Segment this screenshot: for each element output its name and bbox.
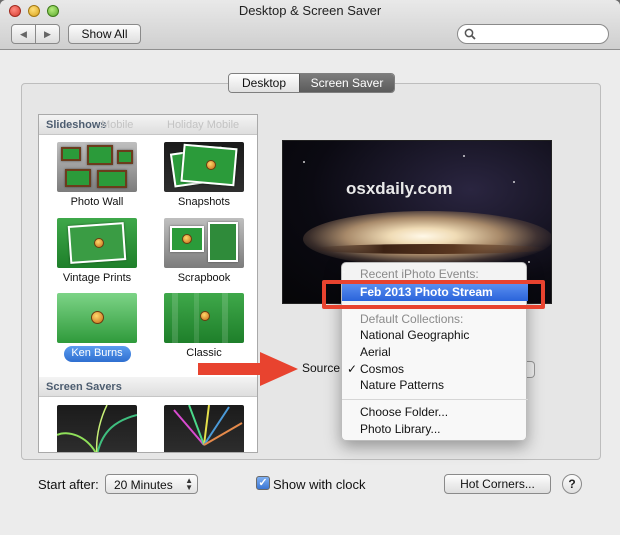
window-title: Desktop & Screen Saver <box>238 3 382 18</box>
menu-item-nature-patterns[interactable]: Nature Patterns <box>342 377 528 394</box>
tab-desktop[interactable]: Desktop <box>229 74 299 92</box>
arabesque-icon <box>173 405 243 446</box>
slideshows-header: Slideshows Mobile Holiday Mobile <box>39 115 257 135</box>
search-field[interactable] <box>457 24 609 44</box>
screensaver-list[interactable]: Slideshows Mobile Holiday Mobile Photo W… <box>38 114 258 453</box>
tab-bar: Desktop Screen Saver <box>228 73 395 93</box>
flurry-icon <box>57 405 137 452</box>
start-after-select[interactable]: 20 Minutes ▲ ▼ <box>105 474 198 494</box>
menu-header-collections: Default Collections: <box>360 312 464 326</box>
source-label: Source <box>302 361 341 375</box>
show-clock-label[interactable]: Show with clock <box>273 477 365 492</box>
scrapbook-thumbnail[interactable] <box>164 218 244 268</box>
menu-item-national-geographic[interactable]: National Geographic <box>342 327 528 344</box>
preferences-window: Desktop & Screen Saver ◀ ▶ Show All Desk… <box>0 0 620 535</box>
annotation-highlight-box <box>322 280 545 309</box>
menu-item-photo-library[interactable]: Photo Library... <box>342 421 528 438</box>
slideshow-label-selected: Ken Burns <box>71 347 123 359</box>
source-popup-button[interactable] <box>527 361 535 378</box>
menu-item-cosmos[interactable]: ✓ Cosmos <box>342 361 528 378</box>
slideshow-label: Photo Wall <box>70 196 124 208</box>
slideshow-label: Scrapbook <box>177 272 231 284</box>
vintage-prints-thumbnail[interactable] <box>57 218 137 268</box>
menu-item-choose-folder[interactable]: Choose Folder... <box>342 404 528 421</box>
photo-wall-thumbnail[interactable] <box>57 142 137 192</box>
back-forward-control: ◀ ▶ <box>11 24 60 44</box>
annotation-arrow-icon <box>198 352 298 386</box>
watermark-text: osxdaily.com <box>346 179 453 198</box>
show-clock-checkbox[interactable]: ✓ <box>256 476 270 490</box>
ken-burns-thumbnail[interactable] <box>57 293 137 343</box>
show-all-button[interactable]: Show All <box>68 24 141 44</box>
search-icon <box>464 28 476 40</box>
slideshow-label: Snapshots <box>178 196 230 208</box>
help-button[interactable]: ? <box>562 474 582 494</box>
hot-corners-button[interactable]: Hot Corners... <box>444 474 551 494</box>
checkmark-icon: ✓ <box>347 362 358 376</box>
slideshow-label: Vintage Prints <box>62 272 132 284</box>
snapshots-thumbnail[interactable] <box>164 142 244 192</box>
title-bar: Desktop & Screen Saver ◀ ▶ Show All <box>0 0 620 50</box>
menu-item-aerial[interactable]: Aerial <box>342 344 528 361</box>
start-after-label: Start after: <box>38 477 99 492</box>
back-arrow-icon[interactable]: ◀ <box>12 25 35 43</box>
classic-thumbnail[interactable] <box>164 293 244 343</box>
ghost-label: Holiday Mobile <box>167 119 240 131</box>
galaxy-image <box>303 211 551 267</box>
ghost-label: Mobile <box>101 119 134 131</box>
menu-separator <box>342 399 528 400</box>
screensaver-thumbnail[interactable] <box>57 405 137 452</box>
screensaver-thumbnail[interactable] <box>164 405 244 452</box>
stepper-arrows-icon: ▲ ▼ <box>185 476 193 492</box>
tab-screen-saver[interactable]: Screen Saver <box>299 74 394 92</box>
forward-arrow-icon[interactable]: ▶ <box>35 25 59 43</box>
